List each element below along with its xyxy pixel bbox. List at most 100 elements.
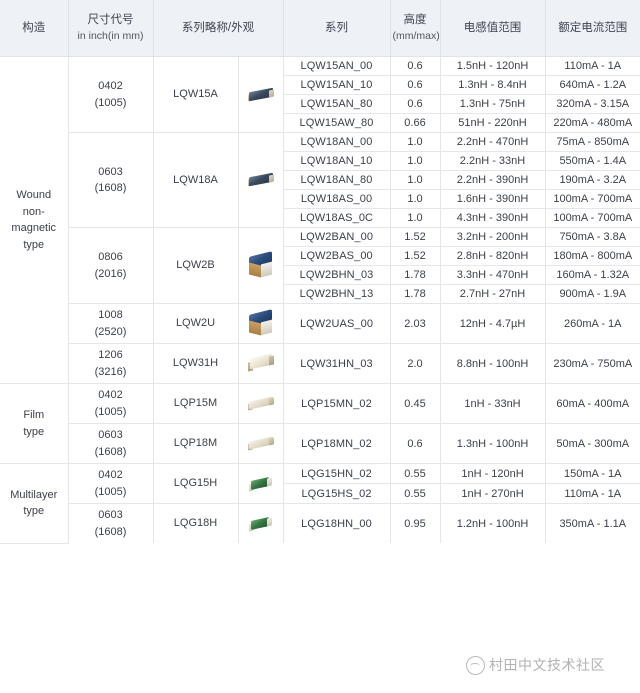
current-range-cell: 100mA - 700mA (545, 208, 640, 228)
part-number-cell: LQW2BAS_00 (283, 246, 391, 266)
inductance-range-cell: 2.2nH - 390nH (440, 170, 546, 190)
size-code-mm: (1608) (94, 182, 127, 194)
part-number-cell: LQW15AW_80 (283, 113, 391, 133)
column-header-inductance-range: 电感值范围 (440, 0, 546, 57)
table-row: 0806 (2016) LQW2B LQW2BAN_00 1.52 3.2nH - 200… (0, 227, 640, 304)
structure-line: type (23, 425, 45, 438)
size-code-inch: 0402 (98, 389, 123, 401)
structure-cell: Wound non-magnetic type (0, 56, 69, 384)
current-range-cell: 260mA - 1A (545, 303, 640, 344)
size-code-cell: 0806 (2016) (68, 227, 154, 304)
size-code-inch: 0603 (98, 429, 123, 441)
part-number-cell: LQW18AS_00 (283, 189, 391, 209)
inductance-range-cell: 1.5nH - 120nH (440, 56, 546, 76)
height-cell: 0.6 (390, 423, 441, 464)
wound-small-navy-chip-icon (241, 171, 281, 189)
size-code-mm: (1005) (94, 96, 127, 109)
part-number-cell: LQW18AN_80 (283, 170, 391, 190)
column-header-size-code: 尺寸代号 in inch(in mm) (68, 0, 154, 57)
height-cell: 1.0 (390, 132, 441, 152)
wound-large-blue-chip-icon (241, 308, 281, 338)
height-cell: 0.66 (390, 113, 441, 133)
series-abbr-cell: LQW2U (153, 303, 239, 344)
height-cell: 1.0 (390, 208, 441, 228)
structure-line: Film (23, 409, 45, 421)
current-range-cell: 110mA - 1A (545, 56, 640, 76)
size-code-cell: 0603 (1608) (68, 132, 154, 228)
structure-line: type (23, 238, 45, 251)
size-code-mm: (3216) (94, 365, 127, 378)
part-number-cell: LQW2UAS_00 (283, 303, 391, 344)
column-header-size-code-label: 尺寸代号 (87, 14, 134, 27)
part-number-cell: LQG18HN_00 (283, 503, 391, 543)
part-number-cell: LQW15AN_80 (283, 94, 391, 114)
size-code-mm: (1005) (94, 405, 127, 418)
current-range-cell: 110mA - 1A (545, 483, 640, 504)
height-cell: 1.78 (390, 284, 441, 304)
part-number-cell: LQP15MN_02 (283, 383, 391, 424)
watermark: 村田中文技术社区 (466, 655, 605, 675)
appearance-cell (238, 463, 284, 504)
series-abbr-cell: LQW15A (153, 56, 239, 133)
murata-circle-logo-icon (466, 655, 485, 675)
inductance-range-cell: 2.2nH - 470nH (440, 132, 546, 152)
current-range-cell: 150mA - 1A (545, 463, 640, 484)
height-cell: 1.78 (390, 265, 441, 285)
part-number-cell: LQW18AN_00 (283, 132, 391, 152)
structure-line: type (23, 505, 45, 518)
size-code-inch: 0402 (98, 469, 123, 481)
height-cell: 1.0 (390, 189, 441, 209)
size-code-mm: (1608) (94, 445, 127, 458)
height-cell: 0.55 (390, 483, 441, 504)
multilayer-green-chip-icon (241, 475, 281, 493)
appearance-cell (238, 303, 284, 344)
current-range-cell: 75mA - 850mA (545, 132, 640, 152)
inductance-range-cell: 1.2nH - 100nH (440, 503, 546, 543)
table-row: 1206 (3216) LQW31H LQW31HN_03 2.0 8.8nH - 100… (0, 343, 640, 384)
structure-line: Wound (16, 189, 52, 201)
column-header-current-range: 额定电流范围 (545, 0, 640, 57)
film-cream-chip-icon (241, 395, 281, 412)
inductance-range-cell: 12nH - 4.7µH (440, 303, 546, 344)
current-range-cell: 160mA - 1.32A (545, 265, 640, 285)
appearance-cell (238, 503, 284, 543)
size-code-cell: 0603 (1608) (68, 423, 154, 464)
structure-cell: Film type (0, 383, 69, 464)
part-number-cell: LQW15AN_00 (283, 56, 391, 76)
size-code-inch: 1008 (98, 309, 123, 321)
table-row: 1008 (2520) LQW2U LQW2UAS_00 2.03 12nH - 4.7µ… (0, 303, 640, 344)
multilayer-green-chip-icon (241, 515, 281, 533)
part-number-cell: LQW15AN_10 (283, 75, 391, 95)
part-number-cell: LQW2BHN_03 (283, 265, 391, 285)
column-header-height: 高度 (mm/max) (390, 0, 441, 57)
current-range-cell: 350mA - 1.1A (545, 503, 640, 543)
size-code-inch: 1206 (98, 349, 123, 361)
current-range-cell: 60mA - 400mA (545, 383, 640, 424)
size-code-cell: 0603 (1608) (68, 503, 154, 543)
part-number-cell: LQW2BHN_13 (283, 284, 391, 304)
header-row: 构造 尺寸代号 in inch(in mm) 系列略称/外观 系列 高度 (mm… (0, 0, 640, 57)
height-cell: 1.52 (390, 246, 441, 266)
current-range-cell: 190mA - 3.2A (545, 170, 640, 190)
table-row: 0603 (1608) LQG18H LQG18HN_00 0.95 1.2nH - 10… (0, 503, 640, 543)
height-cell: 1.52 (390, 227, 441, 247)
current-range-cell: 180mA - 800mA (545, 246, 640, 266)
part-number-cell: LQP18MN_02 (283, 423, 391, 464)
column-header-part-series-label: 系列 (325, 21, 349, 34)
column-header-current-range-label: 额定电流范围 (558, 21, 628, 34)
size-code-cell: 1008 (2520) (68, 303, 154, 344)
film-cream-chip-icon (241, 435, 281, 452)
inductance-range-cell: 4.3nH - 390nH (440, 208, 546, 228)
structure-line: Multilayer (10, 488, 58, 501)
size-code-inch: 0603 (98, 509, 123, 521)
appearance-cell (238, 56, 284, 133)
table-row: 0603 (1608) LQP18M LQP18MN_02 0.6 1.3nH - 100… (0, 423, 640, 464)
current-range-cell: 50mA - 300mA (545, 423, 640, 464)
current-range-cell: 640mA - 1.2A (545, 75, 640, 95)
height-cell: 0.55 (390, 463, 441, 484)
size-code-cell: 0402 (1005) (68, 463, 154, 504)
height-cell: 0.6 (390, 56, 441, 76)
size-code-inch: 0402 (98, 80, 123, 92)
inductance-range-cell: 3.3nH - 470nH (440, 265, 546, 285)
series-abbr-cell: LQG18H (153, 503, 239, 543)
